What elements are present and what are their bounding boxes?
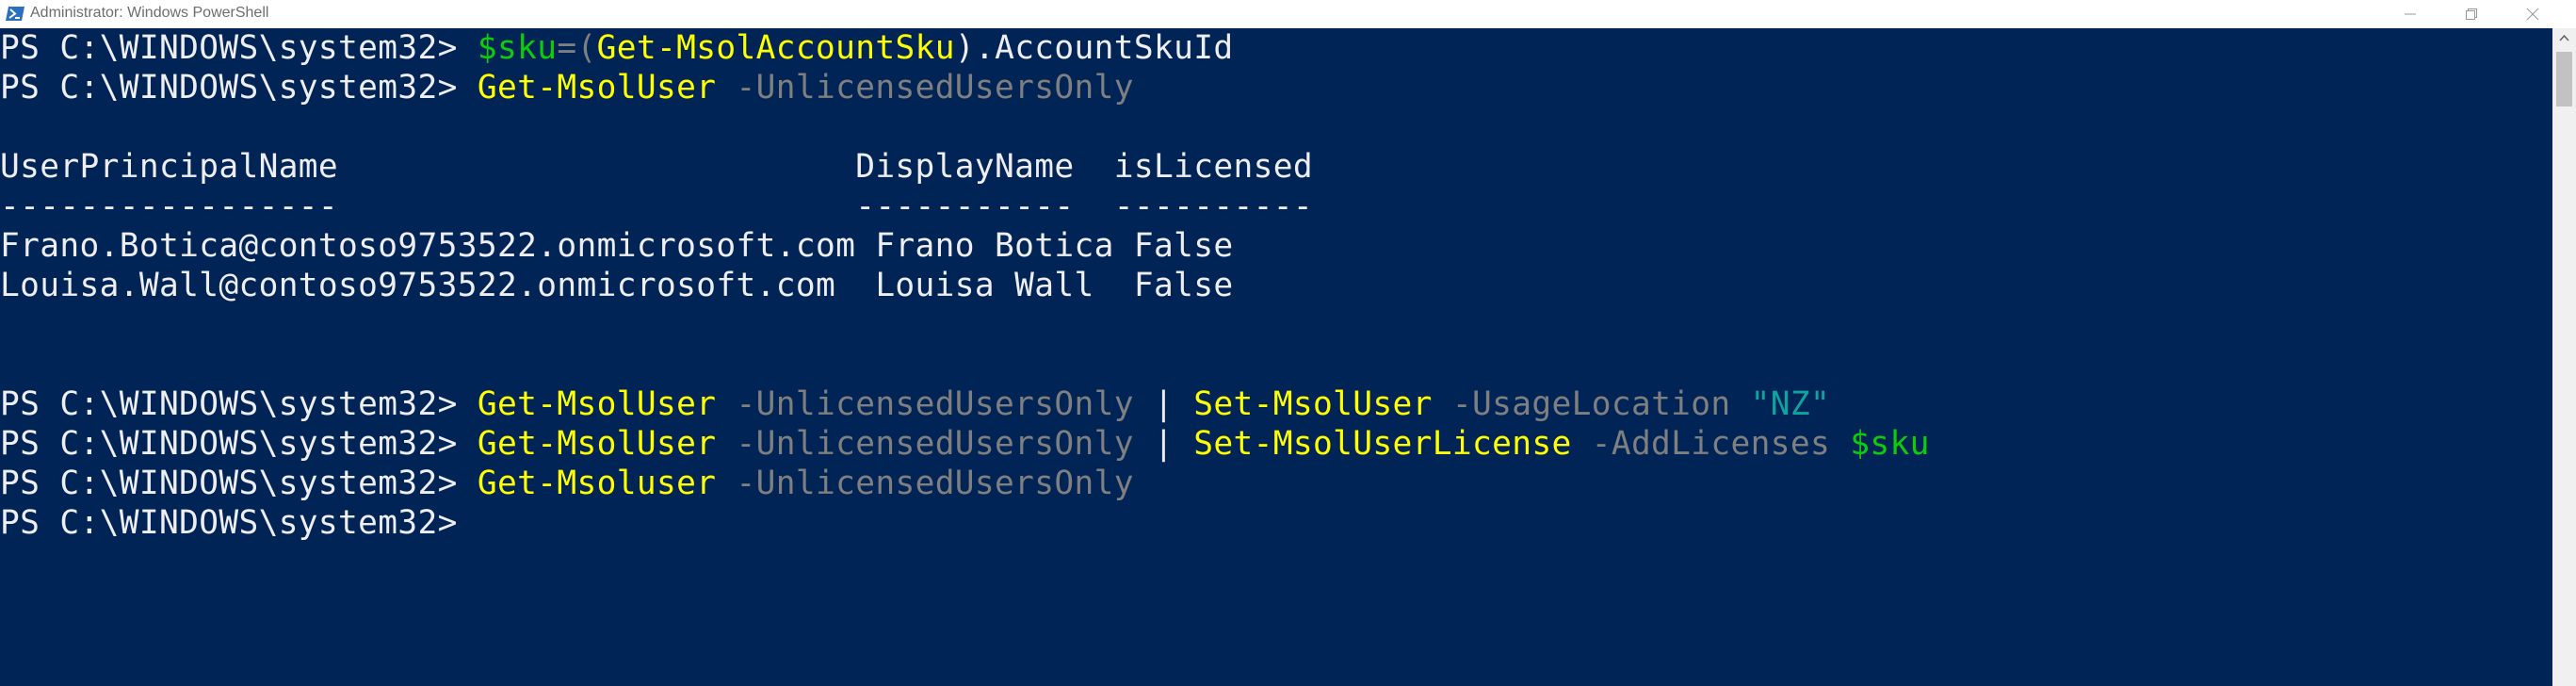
command-token: Get-MsolUser — [477, 385, 717, 423]
table-row: Frano.Botica@contoso9753522.onmicrosoft.… — [0, 227, 1234, 265]
variable-token: $sku — [1850, 425, 1930, 463]
console-line-sku: PS C:\WINDOWS\system32> $sku=(Get-MsolAc… — [0, 28, 1234, 68]
parameter-token: -UnlicensedUsersOnly — [716, 385, 1134, 423]
pipe-token: | — [1133, 425, 1194, 463]
close-button[interactable] — [2496, 0, 2569, 28]
parameter-token: -AddLicenses — [1571, 425, 1851, 463]
scrollbar-thumb[interactable] — [2556, 52, 2572, 106]
string-token: "NZ" — [1750, 385, 1831, 423]
scroll-up-arrow-icon[interactable] — [2552, 28, 2576, 49]
parameter-token: -UnlicensedUsersOnly — [716, 425, 1134, 463]
table-separator: ----------------- ----------- ---------- — [0, 188, 1313, 225]
prompt: PS C:\WINDOWS\system32> — [0, 504, 478, 542]
window-title: Administrator: Windows PowerShell — [30, 5, 269, 21]
powershell-icon — [6, 7, 24, 21]
prompt: PS C:\WINDOWS\system32> — [0, 29, 478, 67]
prompt: PS C:\WINDOWS\system32> — [0, 385, 478, 423]
pipe-token: | — [1133, 385, 1194, 423]
prompt: PS C:\WINDOWS\system32> — [0, 465, 478, 502]
command-token: Get-MsolAccountSku — [596, 29, 955, 67]
variable-token: $sku — [477, 29, 558, 67]
console-line-get-user: PS C:\WINDOWS\system32> Get-MsolUser -Un… — [0, 68, 1134, 107]
console-line-set-license: PS C:\WINDOWS\system32> Get-MsolUser -Un… — [0, 424, 1930, 464]
prompt: PS C:\WINDOWS\system32> — [0, 425, 478, 463]
parameter-token: -UsageLocation — [1432, 385, 1751, 423]
table-row: Louisa.Wall@contoso9753522.onmicrosoft.c… — [0, 267, 1234, 304]
title-bar: Administrator: Windows PowerShell — [0, 0, 2576, 28]
command-token: Get-MsolUser — [477, 69, 717, 106]
command-token: Get-MsolUser — [477, 425, 717, 463]
text-token: ).AccountSkuId — [954, 29, 1234, 67]
console-line-set-location: PS C:\WINDOWS\system32> Get-MsolUser -Un… — [0, 384, 1830, 424]
console-line-verify: PS C:\WINDOWS\system32> Get-Msoluser -Un… — [0, 464, 1134, 503]
command-token: Get-Msoluser — [477, 465, 717, 502]
parameter-token: -UnlicensedUsersOnly — [716, 69, 1134, 106]
vertical-scrollbar[interactable] — [2552, 28, 2576, 686]
console-line-current-prompt[interactable]: PS C:\WINDOWS\system32> — [0, 503, 478, 543]
close-icon — [2526, 8, 2539, 21]
prompt: PS C:\WINDOWS\system32> — [0, 69, 478, 106]
command-token: Set-MsolUserLicense — [1193, 425, 1572, 463]
console-output[interactable]: PS C:\WINDOWS\system32> $sku=(Get-MsolAc… — [0, 28, 2552, 686]
command-token: Set-MsolUser — [1193, 385, 1433, 423]
operator-token: =( — [557, 29, 597, 67]
table-header: UserPrincipalName DisplayName isLicensed — [0, 148, 1313, 186]
parameter-token: -UnlicensedUsersOnly — [716, 465, 1134, 502]
maximize-icon — [2466, 8, 2477, 20]
minimize-icon — [2405, 13, 2416, 15]
